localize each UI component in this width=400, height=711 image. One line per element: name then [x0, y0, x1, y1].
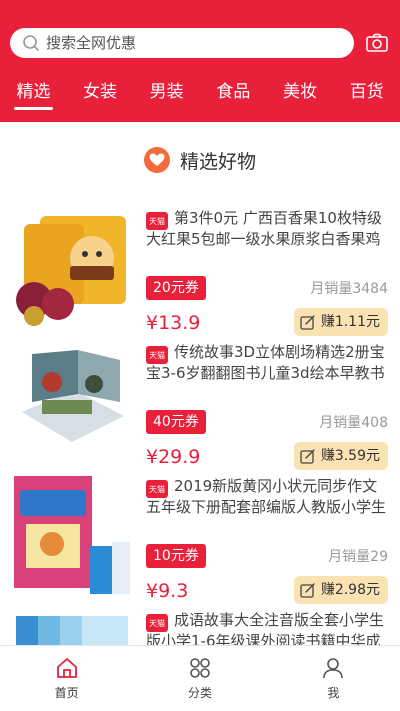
category-icon — [190, 658, 210, 678]
edit-icon — [300, 583, 315, 598]
tab-beauty[interactable]: 美妆 — [267, 78, 334, 118]
nav-home-label: 首页 — [54, 686, 79, 700]
product-name: 成语故事大全注音版全套小学生版小学1-6年级课外阅读书籍中华成语 — [146, 611, 385, 645]
monthly-sales: 月销量3484 — [310, 281, 388, 297]
edit-icon — [300, 449, 315, 464]
earn-label: 赚2.98元 — [320, 582, 380, 598]
search-box[interactable] — [10, 28, 354, 58]
product-image — [22, 350, 124, 442]
camera-icon[interactable] — [365, 31, 389, 55]
category-tabs: 精选 女装 男装 食品 美妆 百货 — [0, 78, 400, 118]
nav-category[interactable]: 分类 — [133, 646, 266, 711]
product-image — [14, 476, 130, 594]
tab-featured[interactable]: 精选 — [0, 78, 67, 118]
heart-icon — [143, 147, 170, 173]
product-item[interactable]: 天猫 传统故事3D立体剧场精选2册宝宝3-6岁翻翻图书儿童3d绘本早教书 40元… — [0, 342, 400, 476]
section-title: 精选好物 — [179, 150, 256, 173]
coupon-badge: 40元券 — [146, 410, 206, 434]
product-name: 第3件0元 广西百香果10枚特级大红果5包邮一级水果原浆白香果鸡蛋果 — [146, 209, 382, 248]
product-name: 传统故事3D立体剧场精选2册宝宝3-6岁翻翻图书儿童3d绘本早教书 — [146, 343, 385, 382]
earn-label: 赚1.11元 — [320, 314, 380, 330]
user-icon — [323, 658, 344, 679]
edit-icon — [300, 315, 315, 330]
tab-women[interactable]: 女装 — [67, 78, 134, 118]
earn-button[interactable]: 赚2.98元 — [293, 576, 388, 604]
product-price: ¥9.3 — [146, 580, 189, 602]
earn-button[interactable]: 赚3.59元 — [293, 442, 388, 470]
product-price: ¥13.9 — [146, 312, 201, 334]
coupon-badge: 20元券 — [146, 276, 206, 300]
product-price: ¥29.9 — [146, 446, 201, 468]
product-item[interactable]: 天猫 成语故事大全注音版全套小学生版小学1-6年级课外阅读书籍中华成语 — [0, 610, 400, 645]
home-icon — [56, 658, 77, 678]
tab-general[interactable]: 百货 — [333, 78, 400, 118]
product-image — [16, 616, 128, 645]
nav-category-label: 分类 — [187, 686, 212, 700]
nav-home[interactable]: 首页 — [0, 646, 133, 711]
search-icon — [23, 35, 39, 51]
earn-label: 赚3.59元 — [320, 448, 380, 464]
product-item[interactable]: 天猫 第3件0元 广西百香果10枚特级大红果5包邮一级水果原浆白香果鸡蛋果 20… — [0, 208, 400, 342]
search-row — [10, 28, 390, 58]
product-image — [16, 216, 126, 326]
nav-me[interactable]: 我 — [267, 646, 400, 711]
tab-food[interactable]: 食品 — [200, 78, 267, 118]
coupon-badge: 10元券 — [146, 544, 206, 568]
section-header: 精选好物 — [0, 145, 400, 175]
monthly-sales: 月销量408 — [319, 415, 388, 431]
top-header: 精选 女装 男装 食品 美妆 百货 — [0, 0, 400, 122]
product-item[interactable]: 天猫 2019新版黄冈小状元同步作文五年级下册配套部编版人教版小学生作文书 10… — [0, 476, 400, 610]
earn-button[interactable]: 赚1.11元 — [293, 308, 388, 336]
search-input[interactable] — [46, 34, 336, 52]
bottom-nav: 首页 分类 我 — [0, 645, 400, 711]
nav-me-label: 我 — [327, 686, 340, 700]
product-name: 2019新版黄冈小状元同步作文五年级下册配套部编版人教版小学生作文书 — [146, 477, 387, 516]
monthly-sales: 月销量29 — [328, 549, 388, 565]
tab-men[interactable]: 男装 — [133, 78, 200, 118]
